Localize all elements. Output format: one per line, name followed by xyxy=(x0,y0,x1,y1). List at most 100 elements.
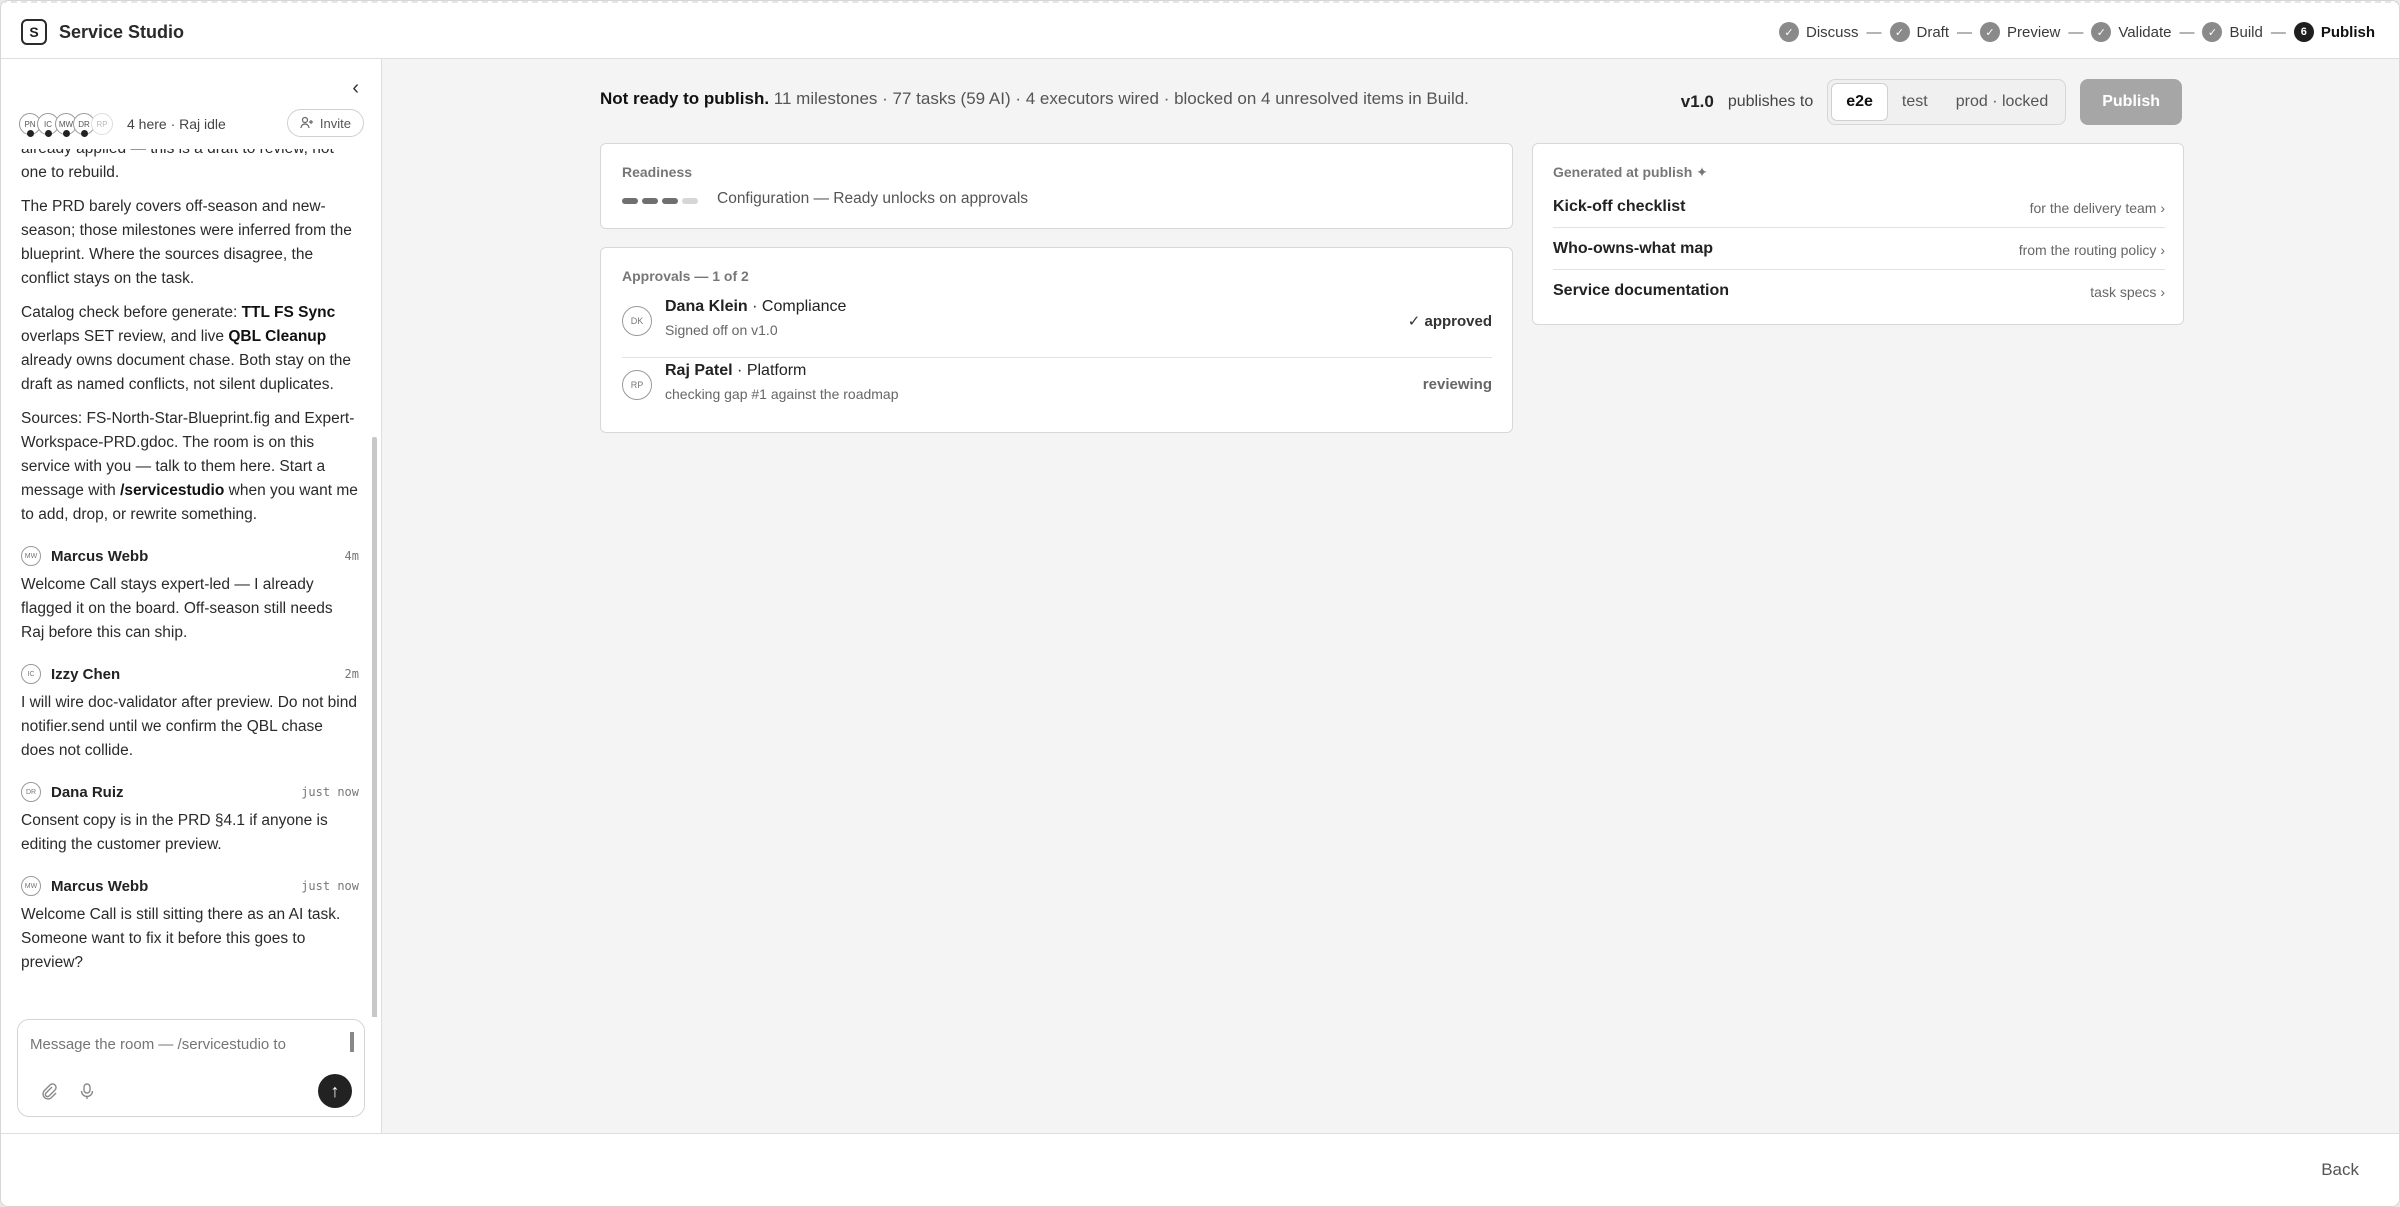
sender-name: Izzy Chen xyxy=(51,665,121,683)
stepper: ✓ Discuss — ✓ Draft — ✓ Preview — ✓ Vali… xyxy=(1778,22,2375,42)
avatar[interactable]: MW xyxy=(21,546,41,566)
composer-scrollbar[interactable] xyxy=(350,1032,354,1052)
step-label: Discuss xyxy=(1805,23,1859,41)
publish-status: Not ready to publish. 11 milestones · 77… xyxy=(600,89,1469,109)
highlighted-term: /servicestudio xyxy=(120,482,225,499)
approval-row[interactable]: RP Raj Patel · Platform checking gap #1 … xyxy=(622,360,1492,422)
app-window: S Service Studio ✓ Discuss — ✓ Draft — ✓… xyxy=(0,0,2400,1207)
generated-item-link[interactable]: for the delivery team › xyxy=(2030,200,2165,216)
app-logo-icon: S xyxy=(21,19,47,45)
footer-bar: Back xyxy=(1,1133,2399,1206)
invite-button[interactable]: Invite xyxy=(286,109,364,137)
version-label: v1.0 xyxy=(1680,92,1714,111)
generated-item-owner-map[interactable]: Who-owns-what map from the routing polic… xyxy=(1553,228,2165,270)
collapse-sidebar-icon[interactable]: ‹ xyxy=(352,77,359,100)
top-bar: S Service Studio ✓ Discuss — ✓ Draft — ✓… xyxy=(1,1,2399,59)
generated-at-publish-card: Generated at publish ✦ Kick-off checklis… xyxy=(1532,143,2184,325)
presence-status: 4 here · Raj idle xyxy=(127,116,226,132)
message-body: Welcome Call stays expert-led — I alread… xyxy=(21,576,333,641)
progress-segment xyxy=(682,198,698,204)
approval-row[interactable]: DK Dana Klein · Compliance Signed off on… xyxy=(622,296,1492,358)
step-validate[interactable]: ✓ Validate xyxy=(2091,22,2171,42)
invite-label: Invite xyxy=(319,115,351,131)
back-button[interactable]: Back xyxy=(2321,1160,2359,1180)
message-header: MW Marcus Webb 4m xyxy=(21,545,359,567)
check-icon: ✓ xyxy=(2202,22,2223,42)
readiness-text: Configuration — Ready unlocks on approva… xyxy=(717,190,1029,207)
message-text: already owns document chase. Both stay o… xyxy=(21,352,352,393)
message-timestamp: 2m xyxy=(344,667,359,681)
avatar[interactable]: MW xyxy=(21,876,41,896)
generated-item-link[interactable]: task specs › xyxy=(2090,284,2165,300)
status-summary: 11 milestones · 77 tasks (59 AI) · 4 exe… xyxy=(769,89,1469,108)
approvals-card: Approvals — 1 of 2 DK Dana Klein · Compl… xyxy=(600,247,1513,433)
approver-role: · Compliance xyxy=(747,298,847,315)
chat-thread[interactable]: already applied — this is a draft to rev… xyxy=(1,149,377,1017)
env-test[interactable]: test xyxy=(1888,83,1942,121)
chat-scrollbar[interactable] xyxy=(372,437,377,1017)
publishes-to-label: publishes to xyxy=(1727,93,1814,110)
sender-name: Marcus Webb xyxy=(51,877,149,895)
generated-item-link[interactable]: from the routing policy › xyxy=(2019,242,2165,258)
env-prod[interactable]: prod · locked xyxy=(1942,83,2063,121)
step-discuss[interactable]: ✓ Discuss xyxy=(1778,22,1859,42)
app-title: Service Studio xyxy=(59,21,185,42)
add-person-icon xyxy=(300,116,313,129)
avatar[interactable]: IC xyxy=(21,664,41,684)
message-timestamp: 4m xyxy=(344,549,359,563)
step-label: Validate xyxy=(2118,23,2172,41)
step-label: Publish xyxy=(2320,23,2375,41)
message-body: Consent copy is in the PRD §4.1 if anyon… xyxy=(21,812,328,853)
approval-status: reviewing xyxy=(1422,376,1492,393)
highlighted-term: TTL FS Sync xyxy=(241,304,336,321)
chat-message: MW Marcus Webb 4m Welcome Call stays exp… xyxy=(21,545,359,645)
online-dot-icon xyxy=(45,130,52,137)
generated-label: Generated at publish ✦ xyxy=(1553,164,1708,180)
avatar[interactable]: DR xyxy=(21,782,41,802)
generated-item-title: Service documentation xyxy=(1553,282,1730,299)
readiness-label: Readiness xyxy=(622,164,693,180)
sender-name: Dana Ruiz xyxy=(51,783,124,801)
step-separator: — xyxy=(1957,23,1973,41)
message-paragraph: The PRD barely covers off-season and new… xyxy=(21,195,359,291)
generated-item-title: Kick-off checklist xyxy=(1553,198,1686,215)
step-number-badge: 6 xyxy=(2293,22,2314,42)
env-e2e[interactable]: e2e xyxy=(1831,83,1888,121)
publish-button[interactable]: Publish xyxy=(2080,79,2182,125)
message-body: I will wire doc-validator after preview.… xyxy=(21,694,357,759)
online-dot-icon xyxy=(27,130,34,137)
paperclip-icon[interactable] xyxy=(40,1082,58,1100)
approver-role: · Platform xyxy=(732,362,807,379)
brand[interactable]: S Service Studio xyxy=(21,19,184,45)
arrow-up-icon: ↑ xyxy=(330,1080,340,1101)
presence-bar: PN IC MW DR RP 4 here · Raj idle Invite xyxy=(19,109,364,139)
generated-item-kickoff-checklist[interactable]: Kick-off checklist for the delivery team… xyxy=(1553,186,2165,228)
publish-controls: v1.0 publishes to e2e test prod · locked… xyxy=(1681,79,2182,125)
message-paragraph: Sources: FS-North-Star-Blueprint.fig and… xyxy=(21,407,359,527)
step-label: Preview xyxy=(2007,23,2061,41)
sender-name: Marcus Webb xyxy=(51,547,149,565)
chat-message: IC Izzy Chen 2m I will wire doc-validato… xyxy=(21,663,359,763)
chat-content: already applied — this is a draft to rev… xyxy=(21,149,359,975)
progress-segment xyxy=(622,198,638,204)
chat-message: DR Dana Ruiz just now Consent copy is in… xyxy=(21,781,359,857)
message-paragraph: already applied — this is a draft to rev… xyxy=(21,149,359,185)
chat-message: MW Marcus Webb just now Welcome Call is … xyxy=(21,875,359,975)
microphone-icon[interactable] xyxy=(78,1082,96,1100)
step-draft[interactable]: ✓ Draft xyxy=(1889,22,1949,42)
step-preview[interactable]: ✓ Preview xyxy=(1980,22,2060,42)
message-text: The PRD barely covers off-season and new… xyxy=(21,198,352,287)
avatar-initials: RP xyxy=(96,119,108,129)
avatar-initials: IC xyxy=(44,119,52,129)
send-button[interactable]: ↑ xyxy=(318,1074,352,1108)
step-build[interactable]: ✓ Build xyxy=(2202,22,2263,42)
avatar[interactable]: RP xyxy=(91,113,113,135)
progress-segment xyxy=(662,198,678,204)
step-publish[interactable]: 6 Publish xyxy=(2293,22,2375,42)
generated-item-service-docs[interactable]: Service documentation task specs › xyxy=(1553,270,2165,312)
approver-name: Dana Klein · Compliance xyxy=(665,298,846,316)
message-body: Welcome Call is still sitting there as a… xyxy=(21,906,341,971)
message-header: IC Izzy Chen 2m xyxy=(21,663,359,685)
message-input[interactable] xyxy=(30,1032,330,1056)
approval-status: ✓ approved xyxy=(1407,313,1492,330)
